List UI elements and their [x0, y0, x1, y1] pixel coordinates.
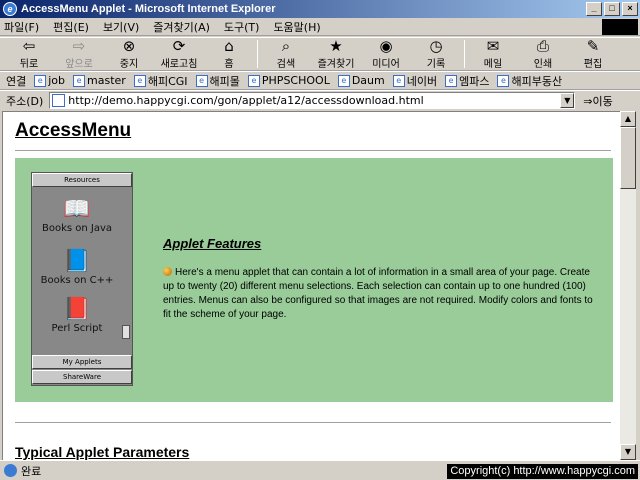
bullet-icon: [163, 267, 172, 276]
menu-favorites[interactable]: 즐겨찾기(A): [153, 19, 210, 35]
link-happy-realestate[interactable]: e 해피부동산: [497, 73, 562, 89]
go-button[interactable]: ⇒이동: [583, 93, 612, 109]
mail-icon: ✉: [486, 37, 500, 55]
divider: [15, 422, 611, 424]
link-happycgi[interactable]: e 해피CGI: [133, 73, 188, 89]
forward-button[interactable]: ⇨ 앞으로: [54, 38, 104, 70]
links-bar: 연결 e job e master e 해피CGI e 해피몰 e PHPSCHOOL e…: [0, 71, 640, 90]
red-book-icon: 📕: [63, 297, 91, 322]
minimize-button[interactable]: _: [586, 2, 602, 16]
favorites-button[interactable]: ★ 즐겨찾기: [311, 38, 361, 70]
print-button[interactable]: ⎙ 인쇄: [518, 38, 568, 70]
applet-item-books-java[interactable]: 📖 Books on Java: [32, 197, 122, 234]
link-daum[interactable]: e Daum: [337, 74, 385, 87]
applet-item-perl-script[interactable]: 📕 Perl Script: [32, 297, 122, 334]
menu-file[interactable]: 파일(F): [4, 19, 39, 35]
page-icon: e: [133, 74, 146, 87]
forward-arrow-icon: ⇨: [72, 37, 86, 55]
menu-bar: 파일(F) 편집(E) 보기(V) 즐겨찾기(A) 도구(T) 도움말(H): [0, 18, 640, 36]
stop-button[interactable]: ⊗ 중지: [104, 38, 154, 70]
back-arrow-icon: ⇦: [22, 37, 36, 55]
copyright-overlay: Copyright(c) http://www.happycgi.com: [447, 464, 638, 479]
toolbar-separator: [464, 40, 465, 68]
page-content: AccessMenu Resources 📖 Books on Java 📘 Boo…: [2, 111, 620, 460]
link-empas[interactable]: e 엠파스: [445, 73, 489, 89]
features-paragraph: Here's a menu applet that can contain a …: [163, 267, 593, 320]
history-button[interactable]: ◷ 기록: [411, 38, 461, 70]
page-done-icon: [4, 464, 17, 477]
page-icon: e: [195, 74, 208, 87]
scroll-down-icon[interactable]: ▼: [620, 444, 636, 460]
page-icon: e: [73, 74, 86, 87]
access-menu-applet[interactable]: Resources 📖 Books on Java 📘 Books on C++ 📕…: [31, 172, 133, 386]
media-button[interactable]: ◉ 미디어: [361, 38, 411, 70]
address-label: 주소(D): [6, 94, 44, 108]
page-icon: e: [247, 74, 260, 87]
address-bar: 주소(D) http://demo.happycgi.com/gon/apple…: [0, 90, 640, 110]
windows-logo-icon: [602, 19, 638, 35]
params-heading: Typical Applet Parameters: [15, 444, 190, 460]
link-naver[interactable]: e 네이버: [392, 73, 437, 89]
address-dropdown-icon[interactable]: ▼: [560, 93, 575, 108]
applet-panel: Resources 📖 Books on Java 📘 Books on C++ 📕…: [15, 158, 613, 402]
toolbar-separator: [257, 40, 258, 68]
menu-help[interactable]: 도움말(H): [273, 19, 320, 35]
page-icon: e: [445, 74, 458, 87]
window-title: AccessMenu Applet - Microsoft Internet E…: [21, 3, 276, 15]
link-master[interactable]: e master: [73, 74, 126, 87]
print-icon: ⎙: [536, 37, 549, 55]
divider: [15, 150, 611, 152]
refresh-button[interactable]: ⟳ 새로고침: [154, 38, 204, 70]
page-icon: e: [497, 74, 510, 87]
menu-edit[interactable]: 편집(E): [53, 19, 89, 35]
page-title: AccessMenu: [15, 120, 132, 141]
features-heading: Applet Features: [163, 236, 262, 251]
stop-icon: ⊗: [122, 37, 136, 55]
applet-shareware-header[interactable]: ShareWare: [32, 370, 132, 384]
close-button[interactable]: ×: [622, 2, 638, 16]
link-job[interactable]: e job: [34, 74, 65, 87]
standard-toolbar: ⇦ 뒤로 ⇨ 앞으로 ⊗ 중지 ⟳ 새로고침 ⌂ 홈 ⌕ 검색 ★ 즐겨찾기 ◉ 미디어 ◷ 기록…: [0, 37, 640, 71]
link-happymall[interactable]: e 해피몰: [195, 73, 240, 89]
page-icon: [52, 94, 66, 107]
menu-tools[interactable]: 도구(T): [224, 19, 260, 35]
page-icon: e: [392, 74, 405, 87]
back-button[interactable]: ⇦ 뒤로: [4, 38, 54, 70]
search-icon: ⌕: [281, 37, 291, 55]
links-label: 연결: [6, 74, 27, 88]
refresh-icon: ⟳: [172, 37, 186, 55]
scroll-thumb[interactable]: [620, 127, 636, 189]
edit-icon: ✎: [586, 37, 600, 55]
ie-logo-icon: e: [3, 2, 17, 16]
address-url[interactable]: http://demo.happycgi.com/gon/applet/a12/…: [68, 94, 560, 107]
applet-my-applets-header[interactable]: My Applets: [32, 355, 132, 369]
menu-view[interactable]: 보기(V): [103, 19, 139, 35]
open-book-icon: 📖: [63, 197, 91, 222]
history-icon: ◷: [429, 37, 443, 55]
search-button[interactable]: ⌕ 검색: [261, 38, 311, 70]
book-icon: 📘: [63, 249, 91, 274]
vertical-scrollbar[interactable]: ▲ ▼: [620, 111, 636, 460]
page-icon: e: [337, 74, 350, 87]
edit-button[interactable]: ✎ 편집: [568, 38, 618, 70]
page-icon: e: [34, 74, 47, 87]
maximize-button[interactable]: □: [604, 2, 620, 16]
applet-item-books-cpp[interactable]: 📘 Books on C++: [32, 249, 122, 286]
applet-resources-header[interactable]: Resources: [32, 173, 132, 187]
address-input[interactable]: http://demo.happycgi.com/gon/applet/a12/…: [49, 92, 576, 109]
scroll-up-icon[interactable]: ▲: [620, 111, 636, 127]
mail-button[interactable]: ✉ 메일: [468, 38, 518, 70]
media-icon: ◉: [379, 37, 393, 55]
status-text: 완료: [21, 464, 42, 478]
home-icon: ⌂: [224, 37, 234, 55]
favorites-icon: ★: [329, 37, 343, 55]
link-phpschool[interactable]: e PHPSCHOOL: [247, 74, 330, 87]
window-titlebar: e AccessMenu Applet - Microsoft Internet…: [0, 0, 640, 18]
home-button[interactable]: ⌂ 홈: [204, 38, 254, 70]
applet-scroll-thumb[interactable]: [122, 325, 130, 339]
